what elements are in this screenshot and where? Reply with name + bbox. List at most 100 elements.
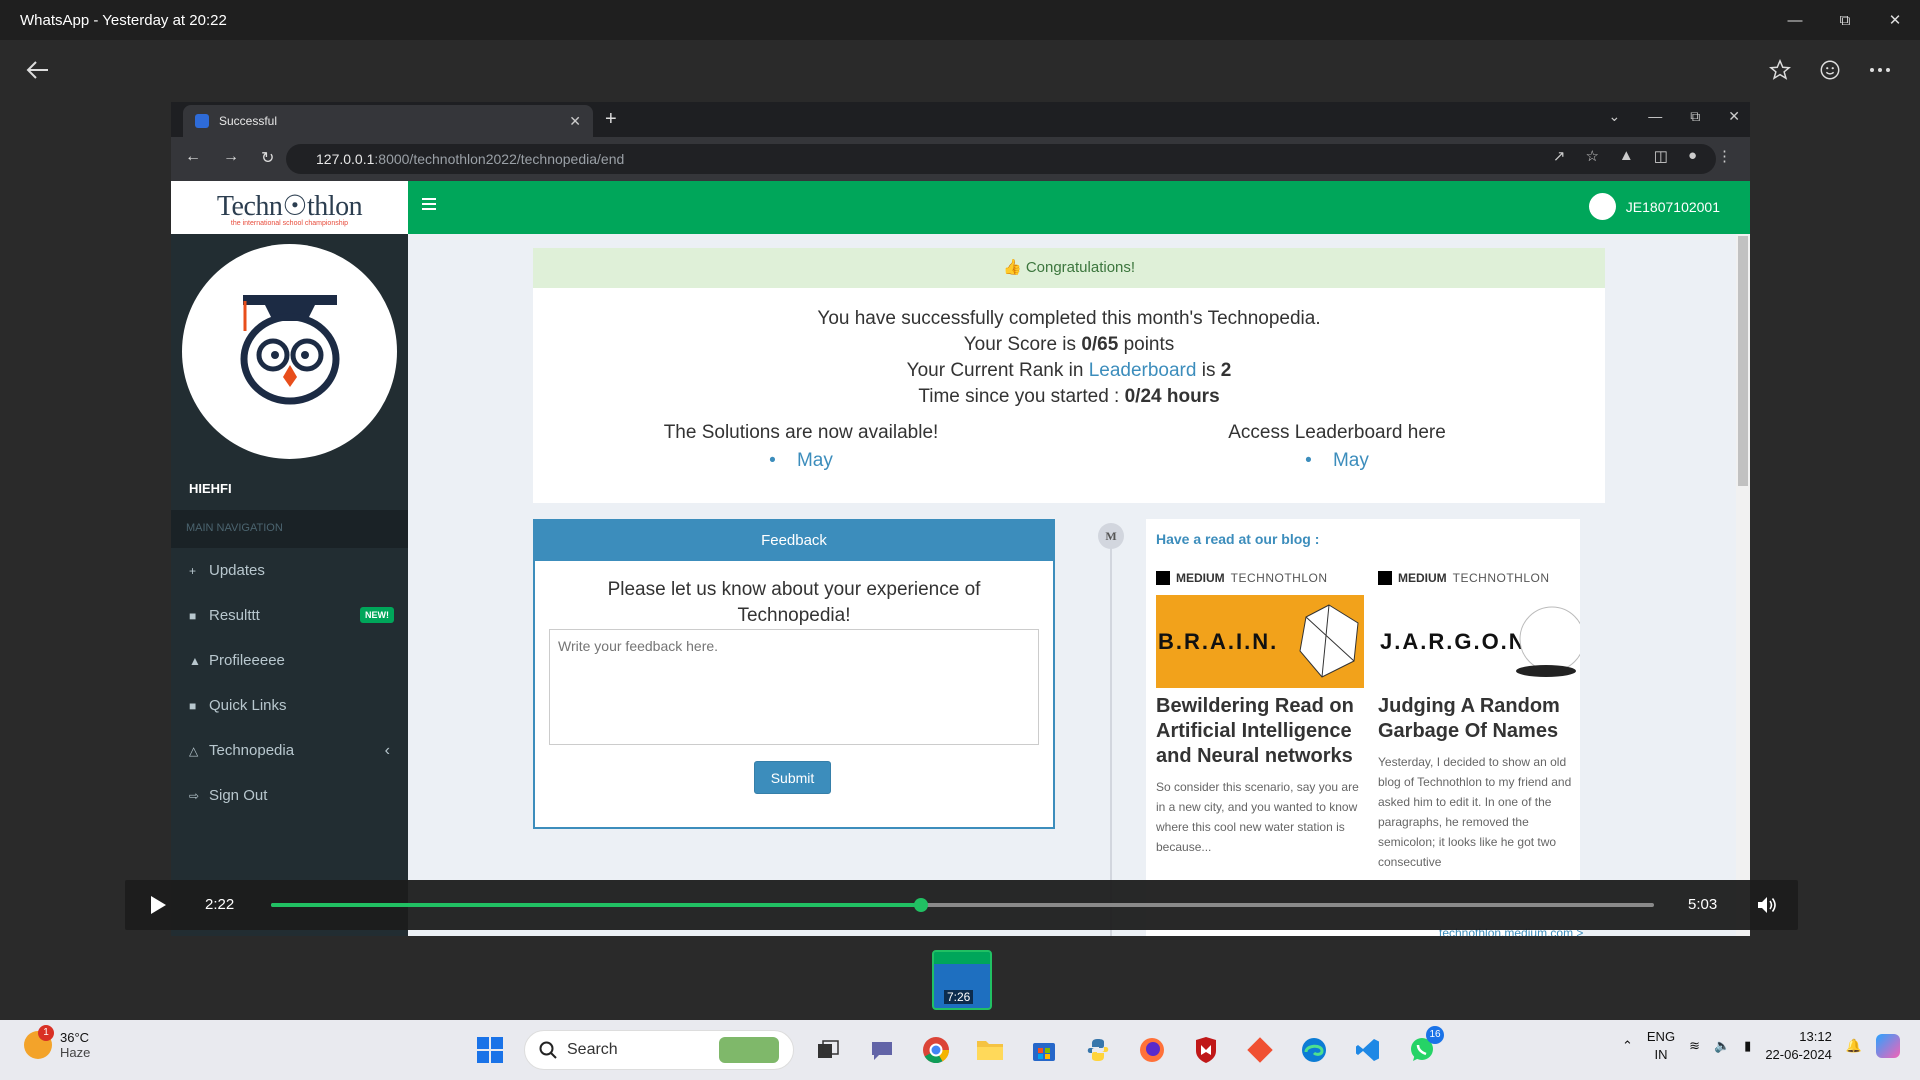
feedback-box: Feedback Please let us know about your e… [533,519,1055,829]
browser-menu-icon[interactable]: ⋮ [1717,147,1732,165]
sidebar-item-updates[interactable]: + Updates [171,548,408,593]
bookmark-star-icon[interactable]: ☆ [1585,147,1598,165]
sidebar-item-label: Resulttt [209,607,260,624]
speaker-icon[interactable]: 🔈 [1714,1038,1730,1054]
seek-bar[interactable] [271,898,1654,912]
battery-icon[interactable]: ▮ [1744,1038,1751,1054]
scrollbar-thumb[interactable] [1738,236,1748,486]
score-line: Your Score is 0/65 points [533,332,1605,358]
blog-card[interactable]: MEDIUM TECHNOTHLON J.A.R.G.O.N Judging A … [1378,571,1580,872]
chrome-icon[interactable] [916,1030,956,1070]
submit-button[interactable]: Submit [754,761,831,794]
python-icon[interactable] [1078,1030,1118,1070]
blog-title[interactable]: Bewildering Read on Artificial Intellige… [1156,694,1364,769]
browser-forward-icon[interactable]: → [223,148,239,168]
notification-bell-icon[interactable]: 🔔 [1846,1038,1862,1054]
page-scrollbar[interactable] [1736,234,1750,936]
task-view-icon[interactable] [808,1030,848,1070]
time-prefix: Time since you started : [918,386,1125,407]
mcafee-icon[interactable] [1186,1030,1226,1070]
completion-message: You have successfully completed this mon… [817,308,1321,329]
restore-button[interactable]: ⧉ [1820,0,1870,40]
weather-widget[interactable]: 1 36°C Haze [24,1025,90,1060]
rank-line: Your Current Rank in Leaderboard is 2 [533,358,1605,384]
browser-tab[interactable]: Successful ✕ [183,105,593,137]
new-tab-icon[interactable]: + [605,108,617,131]
chevron-up-icon[interactable]: ⌃ [1622,1038,1633,1054]
close-button[interactable]: ✕ [1870,0,1920,40]
sidebar-item-technopedia[interactable]: △ Technopedia ‹ [171,728,408,773]
git-icon[interactable] [1240,1030,1280,1070]
media-viewer-toolbar [0,40,1920,100]
system-clock[interactable]: 13:12 22-06-2024 [1765,1028,1832,1064]
medium-marker-icon: M [1098,523,1124,549]
sidebar-item-results[interactable]: ■ Resulttt NEW! [171,593,408,638]
hamburger-menu-icon[interactable] [422,197,438,213]
more-options-icon[interactable] [1866,56,1894,84]
window-titlebar: WhatsApp - Yesterday at 20:22 — ⧉ ✕ [0,0,1920,40]
rank-value: 2 [1220,360,1232,381]
close-tab-icon[interactable]: ✕ [569,113,581,130]
sidebar-item-sign-out[interactable]: ⇨ Sign Out [171,773,408,818]
share-icon[interactable]: ↗ [1553,147,1566,165]
logo-tagline: the international school championship [230,219,349,227]
browser-restore-icon[interactable]: ⧉ [1690,108,1700,125]
sidebar-item-label: Profileeeee [209,652,285,669]
solutions-link[interactable]: May [797,450,833,471]
language-code: ENG [1646,1029,1676,1044]
site-logo[interactable]: Techn☉thlon the international school cha… [171,181,408,234]
reload-icon[interactable]: ↻ [261,148,274,168]
blog-title[interactable]: Judging A Random Garbage Of Names [1378,694,1580,744]
blog-box: Have a read at our blog : MEDIUM TECHNOTH… [1146,519,1580,936]
address-bar[interactable]: 127.0.0.1:8000/technothlon2022/technoped… [286,144,1716,174]
back-arrow-icon[interactable] [24,58,52,82]
weather-badge: 1 [38,1025,54,1041]
graduation-cap-icon: △ [189,743,199,758]
taskbar-search[interactable]: Search [524,1030,794,1070]
play-icon[interactable] [145,893,169,917]
vscode-icon[interactable] [1348,1030,1388,1070]
tab-search-icon[interactable]: ⌄ [1609,108,1621,125]
leaderboard-month-link[interactable]: May [1333,450,1369,471]
side-panel-icon[interactable]: ◫ [1654,147,1668,165]
media-thumbnail[interactable]: 7:26 [932,950,992,1010]
teams-chat-icon[interactable] [862,1030,902,1070]
language-indicator[interactable]: ENG IN [1647,1028,1675,1064]
blog-card[interactable]: MEDIUM TECHNOTHLON B.R.A.I.N. Bewildering… [1156,571,1364,857]
firefox-icon[interactable] [1132,1030,1172,1070]
profile-icon[interactable]: ● [1688,147,1697,165]
time-value: 0/24 hours [1124,386,1220,407]
timeline-line [1110,526,1112,936]
score-prefix: Your Score is [963,334,1082,355]
tab-title: Successful [219,114,278,128]
user-menu[interactable]: JE1807102001 [1588,193,1720,220]
emoji-react-icon[interactable] [1816,56,1844,84]
new-badge: NEW! [360,607,394,623]
web-app: Techn☉thlon the international school cha… [171,181,1750,936]
volume-icon[interactable] [1755,894,1779,916]
wifi-icon[interactable]: ≋ [1689,1038,1700,1054]
browser-close-icon[interactable]: ✕ [1728,108,1740,125]
leaderboard-link[interactable]: Leaderboard [1089,360,1197,381]
feedback-textarea[interactable] [549,629,1039,745]
edge-icon[interactable] [1294,1030,1334,1070]
image-title: J.A.R.G.O.N [1380,629,1527,654]
sidebar-item-quick-links[interactable]: ■ Quick Links [171,683,408,728]
blog-publisher: TECHNOTHLON [1230,571,1328,585]
file-explorer-icon[interactable] [970,1030,1010,1070]
windows-start-icon[interactable] [470,1030,510,1070]
browser-minimize-icon[interactable]: — [1648,108,1662,125]
thumbnail-duration: 7:26 [944,990,974,1004]
clock-time: 13:12 [1799,1029,1832,1044]
video-frame[interactable]: Successful ✕ + ⌄ — ⧉ ✕ ← → ↻ 127.0.0.1:8… [171,102,1750,936]
minimize-button[interactable]: — [1770,0,1820,40]
seek-handle[interactable] [914,898,928,912]
microsoft-store-icon[interactable] [1024,1030,1064,1070]
browser-back-icon[interactable]: ← [185,148,201,168]
extensions-icon[interactable]: ▲ [1619,147,1634,165]
whatsapp-icon[interactable]: 16 [1402,1026,1444,1070]
copilot-icon[interactable] [1876,1034,1900,1058]
star-icon[interactable] [1766,56,1794,84]
taskbar: 1 36°C Haze Search 16 ⌃ ENG IN ≋ 🔈 ▮ 13:… [0,1020,1920,1080]
sidebar-item-profile[interactable]: ▲ Profileeeee [171,638,408,683]
